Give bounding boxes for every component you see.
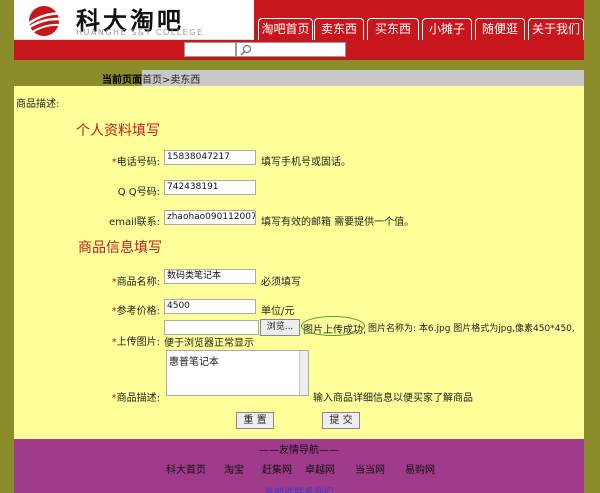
- nav-tab-stalls[interactable]: 小摊子: [422, 18, 472, 40]
- qq-label: Q Q号码:: [117, 187, 160, 198]
- phone-field[interactable]: 15838047217: [164, 150, 256, 165]
- friend-link-dangdang[interactable]: 当当网: [355, 461, 385, 476]
- price-label: 参考价格:: [116, 306, 160, 317]
- product-name-label: 商品名称:: [116, 277, 160, 288]
- upload-success-highlight: [301, 316, 365, 336]
- submit-button[interactable]: 提 交: [322, 412, 360, 429]
- email-label: email联系:: [109, 217, 160, 228]
- contact-email-link[interactable]: 发邮件联系我们: [264, 484, 334, 493]
- page-desc-label: 商品描述:: [16, 99, 60, 110]
- product-section-title: 商品信息填写: [78, 240, 162, 256]
- personal-section-title: 个人资料填写: [76, 123, 160, 139]
- product-name-field[interactable]: 数码类笔记本: [164, 269, 256, 284]
- email-field[interactable]: zhaohao090112007@126: [164, 210, 256, 225]
- description-scrollbar[interactable]: [299, 351, 308, 395]
- search-icon: [240, 44, 252, 56]
- logo-emblem-icon: [21, 6, 71, 37]
- breadcrumb-label: 当前页面: [102, 75, 142, 86]
- description-hint: 输入商品详细信息以便买家了解商品: [313, 393, 473, 404]
- friend-link-taobao[interactable]: 淘宝: [224, 461, 244, 476]
- logo-subtitle: HUANGHE S&T COLLEGE: [76, 28, 204, 37]
- friend-link-yigou[interactable]: 易购网: [405, 461, 435, 476]
- phone-label: 电话号码:: [116, 157, 160, 168]
- price-field[interactable]: 4500: [164, 299, 256, 314]
- nav-tab-buy[interactable]: 买东西: [367, 18, 419, 40]
- browse-button[interactable]: 浏览...: [260, 319, 300, 336]
- description-label: 商品描述:: [116, 393, 160, 404]
- nav-tab-sell[interactable]: 卖东西: [314, 18, 364, 40]
- search-input[interactable]: [184, 42, 236, 57]
- friend-link-ganji[interactable]: 赶集网: [262, 461, 292, 476]
- logo[interactable]: 科大淘吧 HUANGHE S&T COLLEGE: [14, 0, 254, 40]
- search-button[interactable]: [236, 42, 346, 57]
- price-hint: 单位/元: [261, 306, 295, 317]
- friend-link-kd[interactable]: 科大首页: [166, 461, 206, 476]
- upload-label: 上传图片:: [116, 337, 160, 348]
- product-name-hint: 必须填写: [261, 277, 301, 288]
- upload-note: 便于浏览器正常显示: [164, 338, 254, 349]
- site-footer: ——友情导航—— 科大首页 淘宝 赶集网 卓越网 当当网 易购网 发邮件联系我们: [14, 439, 584, 493]
- friend-link-joyo[interactable]: 卓越网: [305, 461, 335, 476]
- nav-tab-home[interactable]: 淘吧首页: [258, 18, 313, 40]
- email-hint: 填写有效的邮箱 需要提供一个值。: [261, 217, 415, 228]
- description-text: 惠普笔记本: [169, 357, 219, 368]
- nav-tab-browse[interactable]: 随便逛: [475, 18, 525, 40]
- phone-hint: 填写手机号或固话。: [261, 157, 351, 168]
- divider-strip: [14, 60, 584, 70]
- upload-info: 图片名称为: 本6.jpg 图片格式为jpg,像素450*450,: [368, 324, 575, 334]
- breadcrumb: 当前页面首页>卖东西: [14, 70, 584, 86]
- breadcrumb-path[interactable]: 首页>卖东西: [142, 75, 200, 86]
- main-content: 商品描述: 个人资料填写 *电话号码: 15838047217 填写手机号或固话…: [14, 86, 584, 439]
- description-textarea[interactable]: 惠普笔记本: [166, 350, 309, 396]
- search-bar: [14, 40, 584, 60]
- upload-path-field[interactable]: [164, 320, 259, 335]
- friends-nav-title: ——友情导航——: [259, 445, 339, 456]
- reset-button[interactable]: 重 置: [236, 412, 274, 429]
- nav-tab-about[interactable]: 关于我们: [528, 18, 584, 40]
- qq-field[interactable]: 742438191: [164, 180, 256, 195]
- site-header: 科大淘吧 HUANGHE S&T COLLEGE 淘吧首页 卖东西 买东西 小摊…: [14, 0, 584, 40]
